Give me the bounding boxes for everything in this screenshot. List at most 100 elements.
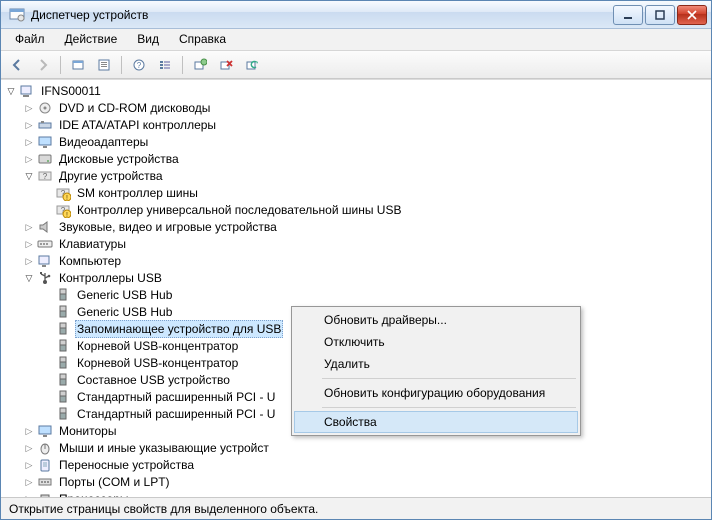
mouse-icon xyxy=(37,440,53,456)
minimize-button[interactable] xyxy=(613,5,643,25)
menu-action[interactable]: Действие xyxy=(55,29,128,50)
expand-icon[interactable] xyxy=(23,476,35,488)
cpu-icon xyxy=(37,491,53,498)
category-node[interactable]: IDE ATA/ATAPI контроллеры xyxy=(23,116,711,133)
tree-node-label: IFNS00011 xyxy=(39,83,103,99)
expand-icon[interactable] xyxy=(23,238,35,250)
usb-plug-icon xyxy=(55,355,71,371)
category-node[interactable]: Контроллеры USB xyxy=(23,269,711,286)
toolbar-properties-button[interactable] xyxy=(92,54,116,76)
category-node[interactable]: Компьютер xyxy=(23,252,711,269)
category-node[interactable]: ? Другие устройства xyxy=(23,167,711,184)
tree-node-label: SM контроллер шины xyxy=(75,185,200,201)
tree-node-label: Стандартный расширенный PCI - U xyxy=(75,389,277,405)
tree-root-node[interactable]: IFNS00011 xyxy=(5,82,711,99)
tree-node-label: Клавиатуры xyxy=(57,236,128,252)
toolbar-help-button[interactable]: ? xyxy=(127,54,151,76)
device-node[interactable]: Generic USB Hub xyxy=(41,286,711,303)
maximize-button[interactable] xyxy=(645,5,675,25)
tree-node-label: Процессоры xyxy=(57,491,131,498)
context-menu-separator xyxy=(322,378,576,379)
category-node[interactable]: DVD и CD-ROM дисководы xyxy=(23,99,711,116)
context-menu-item[interactable]: Отключить xyxy=(294,331,578,353)
svg-text:?: ? xyxy=(43,172,48,181)
controller-icon xyxy=(37,117,53,133)
category-node[interactable]: Видеоадаптеры xyxy=(23,133,711,150)
tree-node-label: Переносные устройства xyxy=(57,457,196,473)
titlebar[interactable]: Диспетчер устройств xyxy=(1,1,711,29)
category-node[interactable]: Переносные устройства xyxy=(23,456,711,473)
tree-node-label: Контроллер универсальной последовательно… xyxy=(75,202,403,218)
tree-node-label: Generic USB Hub xyxy=(75,287,174,303)
toolbar-scan-button[interactable] xyxy=(188,54,212,76)
menu-help[interactable]: Справка xyxy=(169,29,236,50)
usb-plug-icon xyxy=(55,372,71,388)
toolbar-list-button[interactable] xyxy=(153,54,177,76)
context-menu-item[interactable]: Свойства xyxy=(294,411,578,433)
expand-icon[interactable] xyxy=(23,102,35,114)
context-menu-item[interactable]: Обновить конфигурацию оборудования xyxy=(294,382,578,404)
usb-plug-icon xyxy=(55,406,71,422)
svg-text:!: ! xyxy=(66,212,68,218)
toolbar-forward-button[interactable] xyxy=(31,54,55,76)
category-node[interactable]: Процессоры xyxy=(23,490,711,497)
unknown-icon: ? xyxy=(37,168,53,184)
tree-node-label: Другие устройства xyxy=(57,168,165,184)
window-title: Диспетчер устройств xyxy=(31,8,613,22)
menu-file[interactable]: Файл xyxy=(5,29,55,50)
port-icon xyxy=(37,474,53,490)
tree-node-label: Контроллеры USB xyxy=(57,270,164,286)
close-button[interactable] xyxy=(677,5,707,25)
expand-icon[interactable] xyxy=(23,425,35,437)
drive-icon xyxy=(37,151,53,167)
toolbar-uninstall-button[interactable] xyxy=(214,54,238,76)
expand-icon[interactable] xyxy=(23,136,35,148)
expand-icon[interactable] xyxy=(23,459,35,471)
tree-node-label: Generic USB Hub xyxy=(75,304,174,320)
category-node[interactable]: Дисковые устройства xyxy=(23,150,711,167)
computer-root-icon xyxy=(19,83,35,99)
expand-icon[interactable] xyxy=(23,442,35,454)
tree-node-label: IDE ATA/ATAPI контроллеры xyxy=(57,117,218,133)
toolbar-separator xyxy=(121,56,122,74)
tree-node-label: Мониторы xyxy=(57,423,118,439)
context-menu: Обновить драйверы...ОтключитьУдалить Обно… xyxy=(291,306,581,436)
context-menu-item[interactable]: Обновить драйверы... xyxy=(294,309,578,331)
tree-node-label: Видеоадаптеры xyxy=(57,134,150,150)
svg-text:!: ! xyxy=(66,195,68,201)
usb-plug-icon xyxy=(55,287,71,303)
menu-view[interactable]: Вид xyxy=(127,29,169,50)
statusbar: Открытие страницы свойств для выделенног… xyxy=(1,497,711,519)
expand-icon[interactable] xyxy=(23,493,35,498)
expand-icon[interactable] xyxy=(23,221,35,233)
unknown-icon: ?! xyxy=(55,202,71,218)
context-menu-separator xyxy=(322,407,576,408)
window-controls xyxy=(613,5,707,25)
tree-node-label: Корневой USB-концентратор xyxy=(75,338,240,354)
toolbar-back-button[interactable] xyxy=(5,54,29,76)
category-node[interactable]: Звуковые, видео и игровые устройства xyxy=(23,218,711,235)
status-text: Открытие страницы свойств для выделенног… xyxy=(9,502,318,516)
expand-icon[interactable] xyxy=(23,119,35,131)
category-node[interactable]: Мыши и иные указывающие устройст xyxy=(23,439,711,456)
collapse-icon[interactable] xyxy=(23,170,35,182)
menubar: Файл Действие Вид Справка xyxy=(1,29,711,51)
tree-node-label: Мыши и иные указывающие устройст xyxy=(57,440,271,456)
unknown-icon: ?! xyxy=(55,185,71,201)
expand-icon[interactable] xyxy=(23,153,35,165)
device-node[interactable]: ?!Контроллер универсальной последователь… xyxy=(41,201,711,218)
expand-icon[interactable] xyxy=(23,255,35,267)
computer-icon xyxy=(37,253,53,269)
collapse-icon[interactable] xyxy=(23,272,35,284)
category-node[interactable]: Клавиатуры xyxy=(23,235,711,252)
tree-node-label: Компьютер xyxy=(57,253,123,269)
collapse-icon[interactable] xyxy=(5,85,17,97)
toolbar-show-hidden-button[interactable] xyxy=(66,54,90,76)
window: Диспетчер устройств Файл Действие Вид Сп… xyxy=(0,0,712,520)
toolbar-update-driver-button[interactable] xyxy=(240,54,264,76)
tree-node-label: Корневой USB-концентратор xyxy=(75,355,240,371)
device-node[interactable]: ?!SM контроллер шины xyxy=(41,184,711,201)
usb-plug-icon xyxy=(55,338,71,354)
category-node[interactable]: Порты (COM и LPT) xyxy=(23,473,711,490)
context-menu-item[interactable]: Удалить xyxy=(294,353,578,375)
